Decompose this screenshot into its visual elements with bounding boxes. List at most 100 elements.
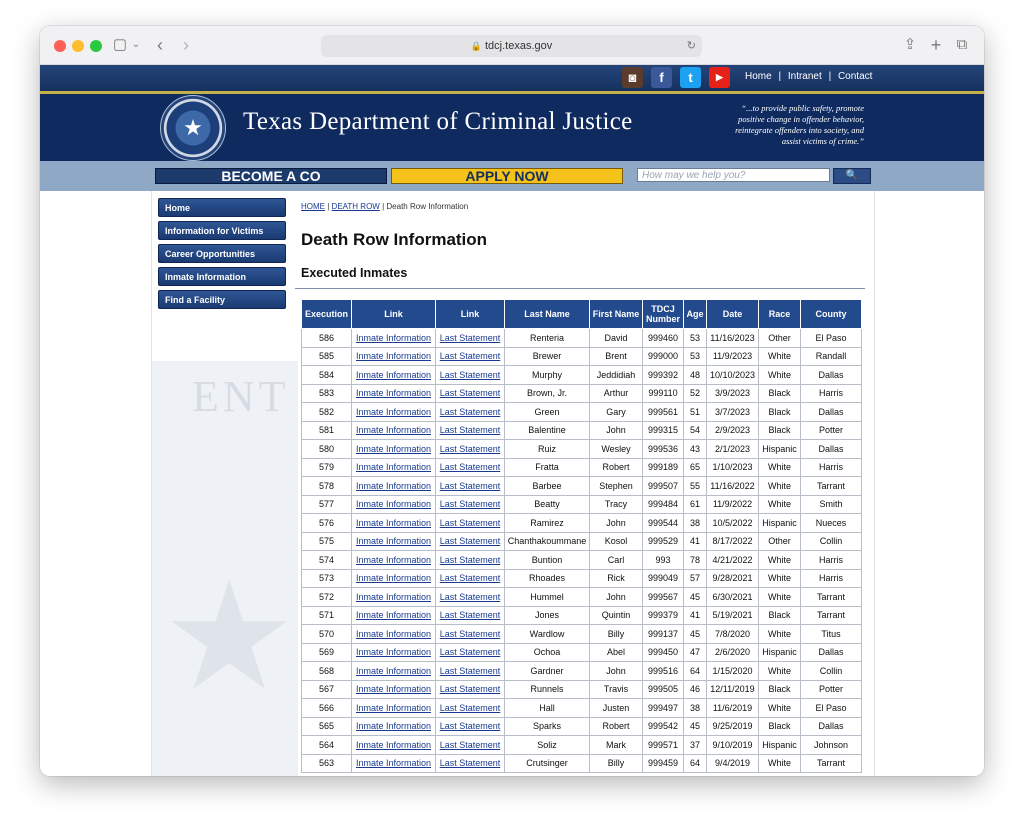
sidebar-item-victims[interactable]: Information for Victims [158,221,286,240]
inmate-information-link[interactable]: Inmate Information [356,481,431,491]
youtube-icon[interactable]: ▶ [709,67,730,88]
inmate-information-link[interactable]: Inmate Information [356,666,431,676]
sidebar-toggle-icon[interactable]: ▢ [110,35,130,55]
last-name-cell: Jones [504,605,590,625]
sidebar-item-careers[interactable]: Career Opportunities [158,244,286,263]
breadcrumb-home[interactable]: HOME [301,202,325,211]
inmate-information-link[interactable]: Inmate Information [356,536,431,546]
inmate-information-link[interactable]: Inmate Information [356,610,431,620]
new-tab-icon[interactable]: + [928,35,944,55]
reload-icon[interactable]: ↻ [687,35,696,57]
last-statement-link[interactable]: Last Statement [440,703,501,713]
address-bar[interactable]: 🔒 tdcj.texas.gov ↻ [321,35,702,57]
col-execution: Execution [301,299,352,329]
inmate-information-link[interactable]: Inmate Information [356,518,431,528]
sidebar-item-inmate-info[interactable]: Inmate Information [158,267,286,286]
county-cell: Titus [800,624,862,644]
last-statement-link[interactable]: Last Statement [440,555,501,565]
inmate-information-link[interactable]: Inmate Information [356,333,431,343]
inmate-information-link[interactable]: Inmate Information [356,462,431,472]
last-statement-link[interactable]: Last Statement [440,481,501,491]
last-statement-link[interactable]: Last Statement [440,647,501,657]
inmate-information-link-cell: Inmate Information [351,476,436,496]
minimize-window-button[interactable] [72,40,84,52]
last-statement-link[interactable]: Last Statement [440,425,501,435]
last-statement-link[interactable]: Last Statement [440,740,501,750]
county-cell: Dallas [800,402,862,422]
sidebar-item-find-facility[interactable]: Find a Facility [158,290,286,309]
last-statement-link[interactable]: Last Statement [440,444,501,454]
last-statement-link[interactable]: Last Statement [440,758,501,768]
county-cell: Collin [800,661,862,681]
share-icon[interactable]: ⇪ [902,35,918,55]
forward-icon[interactable]: › [178,35,194,55]
inmate-information-link[interactable]: Inmate Information [356,647,431,657]
race-cell: Other [758,328,801,348]
last-statement-link[interactable]: Last Statement [440,684,501,694]
inmate-information-link[interactable]: Inmate Information [356,629,431,639]
last-name-cell: Renteria [504,328,590,348]
last-statement-link[interactable]: Last Statement [440,573,501,583]
last-statement-link[interactable]: Last Statement [440,370,501,380]
apply-now-button[interactable]: APPLY NOW [391,168,623,184]
top-link-contact[interactable]: Contact [838,71,872,82]
top-link-intranet[interactable]: Intranet [788,71,822,82]
inmate-information-link[interactable]: Inmate Information [356,703,431,713]
last-statement-link[interactable]: Last Statement [440,333,501,343]
last-statement-link[interactable]: Last Statement [440,407,501,417]
last-statement-link[interactable]: Last Statement [440,499,501,509]
last-statement-link[interactable]: Last Statement [440,592,501,602]
county-cell: Harris [800,383,862,403]
inmate-information-link[interactable]: Inmate Information [356,684,431,694]
twitter-icon[interactable]: t [680,67,701,88]
inmate-information-link[interactable]: Inmate Information [356,351,431,361]
last-name-cell: Crutsinger [504,753,590,773]
instagram-icon[interactable]: ◙ [622,67,643,88]
inmate-information-link[interactable]: Inmate Information [356,444,431,454]
breadcrumb-death-row[interactable]: DEATH ROW [332,202,380,211]
tdcj-number-cell: 999497 [642,698,684,718]
separator: | [327,202,330,211]
lock-icon: 🔒 [470,41,482,51]
search-button[interactable]: 🔍 [833,168,871,184]
last-statement-link[interactable]: Last Statement [440,351,501,361]
last-statement-link[interactable]: Last Statement [440,610,501,620]
last-statement-link-cell: Last Statement [435,420,505,440]
inmate-information-link[interactable]: Inmate Information [356,499,431,509]
tab-overview-icon[interactable]: ⧉ [954,35,970,55]
date-cell: 1/15/2020 [706,661,759,681]
last-statement-link[interactable]: Last Statement [440,388,501,398]
chevron-down-icon[interactable]: ⌄ [130,35,142,55]
last-statement-link[interactable]: Last Statement [440,721,501,731]
back-icon[interactable]: ‹ [152,35,168,55]
last-statement-link[interactable]: Last Statement [440,462,501,472]
inmate-information-link[interactable]: Inmate Information [356,592,431,602]
inmate-information-link[interactable]: Inmate Information [356,740,431,750]
inmate-information-link[interactable]: Inmate Information [356,555,431,565]
facebook-icon[interactable]: f [651,67,672,88]
inmate-information-link[interactable]: Inmate Information [356,758,431,768]
inmate-information-link[interactable]: Inmate Information [356,721,431,731]
inmate-information-link[interactable]: Inmate Information [356,425,431,435]
first-name-cell: Quintin [589,605,643,625]
inmate-information-link[interactable]: Inmate Information [356,388,431,398]
last-statement-link[interactable]: Last Statement [440,666,501,676]
close-window-button[interactable] [54,40,66,52]
execution-number-cell: 571 [301,605,352,625]
date-cell: 3/9/2023 [706,383,759,403]
tdcj-seal-logo[interactable]: ★ [160,95,226,161]
last-statement-link[interactable]: Last Statement [440,629,501,639]
top-link-home[interactable]: Home [745,71,772,82]
zoom-window-button[interactable] [90,40,102,52]
inmate-information-link-cell: Inmate Information [351,328,436,348]
last-statement-link[interactable]: Last Statement [440,536,501,546]
inmate-information-link[interactable]: Inmate Information [356,573,431,583]
become-co-button[interactable]: BECOME A CO [155,168,387,184]
search-input[interactable]: How may we help you? [637,168,830,182]
inmate-information-link[interactable]: Inmate Information [356,407,431,417]
sidebar-item-home[interactable]: Home [158,198,286,217]
inmate-information-link-cell: Inmate Information [351,439,436,459]
last-statement-link[interactable]: Last Statement [440,518,501,528]
last-name-cell: Chanthakoummane [504,531,590,551]
inmate-information-link[interactable]: Inmate Information [356,370,431,380]
